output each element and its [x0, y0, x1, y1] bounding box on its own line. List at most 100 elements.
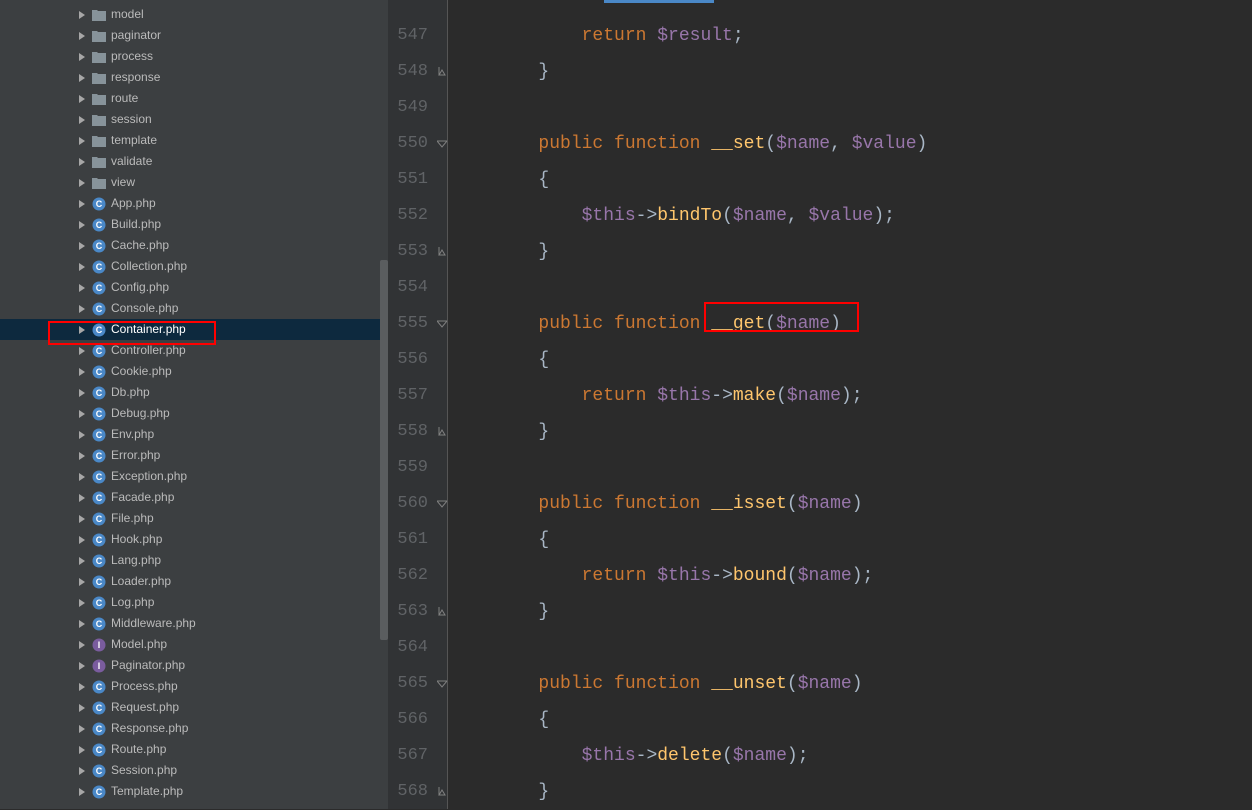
- expand-arrow-icon[interactable]: [78, 494, 86, 502]
- code-line[interactable]: {: [448, 342, 1252, 378]
- tree-item-hook-php[interactable]: CHook.php: [0, 529, 388, 550]
- code-line[interactable]: {: [448, 162, 1252, 198]
- expand-arrow-icon[interactable]: [78, 74, 86, 82]
- tree-item-response[interactable]: response: [0, 67, 388, 88]
- fold-start-icon[interactable]: [437, 679, 447, 689]
- tree-item-file-php[interactable]: CFile.php: [0, 508, 388, 529]
- expand-arrow-icon[interactable]: [78, 95, 86, 103]
- tree-item-request-php[interactable]: CRequest.php: [0, 697, 388, 718]
- tree-item-cache-php[interactable]: CCache.php: [0, 235, 388, 256]
- code-line[interactable]: }: [448, 594, 1252, 630]
- tree-item-build-php[interactable]: CBuild.php: [0, 214, 388, 235]
- expand-arrow-icon[interactable]: [78, 410, 86, 418]
- code-line[interactable]: }: [448, 774, 1252, 810]
- sidebar-scrollbar[interactable]: [380, 260, 388, 640]
- fold-start-icon[interactable]: [437, 139, 447, 149]
- expand-arrow-icon[interactable]: [78, 452, 86, 460]
- file-tree[interactable]: modelpaginatorprocessresponseroutesessio…: [0, 0, 388, 802]
- expand-arrow-icon[interactable]: [78, 620, 86, 628]
- expand-arrow-icon[interactable]: [78, 158, 86, 166]
- expand-arrow-icon[interactable]: [78, 599, 86, 607]
- expand-arrow-icon[interactable]: [78, 767, 86, 775]
- fold-end-icon[interactable]: [437, 247, 447, 257]
- expand-arrow-icon[interactable]: [78, 578, 86, 586]
- tree-item-collection-php[interactable]: CCollection.php: [0, 256, 388, 277]
- expand-arrow-icon[interactable]: [78, 326, 86, 334]
- tree-item-cookie-php[interactable]: CCookie.php: [0, 361, 388, 382]
- tree-item-controller-php[interactable]: CController.php: [0, 340, 388, 361]
- expand-arrow-icon[interactable]: [78, 305, 86, 313]
- expand-arrow-icon[interactable]: [78, 557, 86, 565]
- expand-arrow-icon[interactable]: [78, 515, 86, 523]
- code-line[interactable]: public function __isset($name): [448, 486, 1252, 522]
- tree-item-app-php[interactable]: CApp.php: [0, 193, 388, 214]
- fold-end-icon[interactable]: [437, 427, 447, 437]
- tree-item-middleware-php[interactable]: CMiddleware.php: [0, 613, 388, 634]
- expand-arrow-icon[interactable]: [78, 284, 86, 292]
- expand-arrow-icon[interactable]: [78, 53, 86, 61]
- tree-item-env-php[interactable]: CEnv.php: [0, 424, 388, 445]
- fold-end-icon[interactable]: [437, 787, 447, 797]
- tree-item-session-php[interactable]: CSession.php: [0, 760, 388, 781]
- tree-item-exception-php[interactable]: CException.php: [0, 466, 388, 487]
- tree-item-log-php[interactable]: CLog.php: [0, 592, 388, 613]
- expand-arrow-icon[interactable]: [78, 431, 86, 439]
- code-line[interactable]: }: [448, 414, 1252, 450]
- expand-arrow-icon[interactable]: [78, 347, 86, 355]
- tree-item-container-php[interactable]: CContainer.php: [0, 319, 388, 340]
- expand-arrow-icon[interactable]: [78, 536, 86, 544]
- expand-arrow-icon[interactable]: [78, 200, 86, 208]
- code-line[interactable]: [448, 630, 1252, 666]
- expand-arrow-icon[interactable]: [78, 788, 86, 796]
- expand-arrow-icon[interactable]: [78, 725, 86, 733]
- tree-item-error-php[interactable]: CError.php: [0, 445, 388, 466]
- code-line[interactable]: [448, 90, 1252, 126]
- tree-item-loader-php[interactable]: CLoader.php: [0, 571, 388, 592]
- tree-item-model[interactable]: model: [0, 4, 388, 25]
- expand-arrow-icon[interactable]: [78, 641, 86, 649]
- tree-item-console-php[interactable]: CConsole.php: [0, 298, 388, 319]
- tree-item-response-php[interactable]: CResponse.php: [0, 718, 388, 739]
- tree-item-process-php[interactable]: CProcess.php: [0, 676, 388, 697]
- code-line[interactable]: return $this->bound($name);: [448, 558, 1252, 594]
- code-line[interactable]: public function __get($name): [448, 306, 1252, 342]
- expand-arrow-icon[interactable]: [78, 242, 86, 250]
- fold-end-icon[interactable]: [437, 607, 447, 617]
- code-line[interactable]: return $this->make($name);: [448, 378, 1252, 414]
- tree-item-process[interactable]: process: [0, 46, 388, 67]
- tree-item-model-php[interactable]: IModel.php: [0, 634, 388, 655]
- expand-arrow-icon[interactable]: [78, 662, 86, 670]
- expand-arrow-icon[interactable]: [78, 473, 86, 481]
- expand-arrow-icon[interactable]: [78, 368, 86, 376]
- expand-arrow-icon[interactable]: [78, 11, 86, 19]
- code-line[interactable]: {: [448, 522, 1252, 558]
- tree-item-session[interactable]: session: [0, 109, 388, 130]
- expand-arrow-icon[interactable]: [78, 179, 86, 187]
- code-line[interactable]: public function __unset($name): [448, 666, 1252, 702]
- expand-arrow-icon[interactable]: [78, 746, 86, 754]
- fold-start-icon[interactable]: [437, 499, 447, 509]
- expand-arrow-icon[interactable]: [78, 389, 86, 397]
- code-line[interactable]: }: [448, 54, 1252, 90]
- tree-item-template[interactable]: template: [0, 130, 388, 151]
- tree-item-config-php[interactable]: CConfig.php: [0, 277, 388, 298]
- tree-item-template-php[interactable]: CTemplate.php: [0, 781, 388, 802]
- expand-arrow-icon[interactable]: [78, 263, 86, 271]
- expand-arrow-icon[interactable]: [78, 137, 86, 145]
- tree-item-paginator[interactable]: paginator: [0, 25, 388, 46]
- tree-item-debug-php[interactable]: CDebug.php: [0, 403, 388, 424]
- code-line[interactable]: $this->bindTo($name, $value);: [448, 198, 1252, 234]
- expand-arrow-icon[interactable]: [78, 116, 86, 124]
- tree-item-route-php[interactable]: CRoute.php: [0, 739, 388, 760]
- code-line[interactable]: $this->delete($name);: [448, 738, 1252, 774]
- code-line[interactable]: {: [448, 702, 1252, 738]
- tree-item-route[interactable]: route: [0, 88, 388, 109]
- tree-item-view[interactable]: view: [0, 172, 388, 193]
- tree-item-db-php[interactable]: CDb.php: [0, 382, 388, 403]
- expand-arrow-icon[interactable]: [78, 32, 86, 40]
- expand-arrow-icon[interactable]: [78, 221, 86, 229]
- fold-start-icon[interactable]: [437, 319, 447, 329]
- code-content[interactable]: return $result; } public function __set(…: [448, 0, 1252, 809]
- expand-arrow-icon[interactable]: [78, 704, 86, 712]
- code-line[interactable]: [448, 450, 1252, 486]
